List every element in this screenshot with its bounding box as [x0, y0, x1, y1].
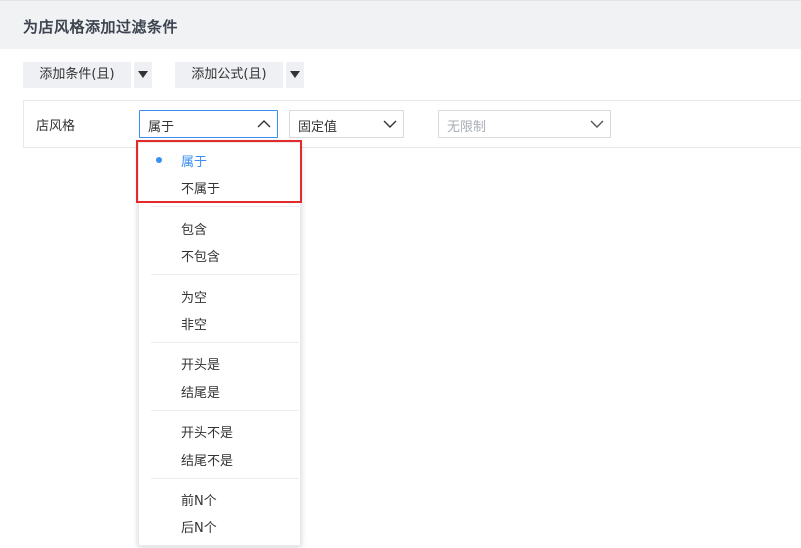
dropdown-divider — [151, 410, 299, 411]
dropdown-divider — [151, 342, 299, 343]
highlight-box — [136, 140, 302, 203]
dropdown-item-not-contains[interactable]: 不包含 — [181, 246, 220, 265]
dropdown-item-starts-with[interactable]: 开头是 — [181, 354, 220, 373]
dialog-title: 为店风格添加过滤条件 — [23, 18, 179, 36]
caret-down-icon — [138, 71, 148, 78]
add-formula-button[interactable]: 添加公式(且) — [175, 62, 283, 88]
add-condition-dropdown-toggle[interactable] — [134, 62, 152, 88]
chevron-up-icon — [257, 120, 271, 128]
value-select-placeholder: 无限制 — [447, 120, 487, 135]
add-condition-button[interactable]: 添加条件(且) — [23, 62, 131, 88]
add-formula-dropdown-toggle[interactable] — [286, 62, 304, 88]
value-type-select[interactable]: 固定值 — [289, 110, 404, 138]
dropdown-item-contains[interactable]: 包含 — [181, 219, 207, 238]
dropdown-item-not-empty[interactable]: 非空 — [181, 314, 207, 333]
chevron-down-icon — [590, 120, 604, 128]
value-type-select-value: 固定值 — [298, 120, 338, 135]
caret-down-icon — [290, 71, 300, 78]
dropdown-item-not-starts-with[interactable]: 开头不是 — [181, 422, 233, 441]
dropdown-item-is-empty[interactable]: 为空 — [181, 287, 207, 306]
operator-select-value: 属于 — [148, 120, 175, 135]
dropdown-item-ends-with[interactable]: 结尾是 — [181, 382, 220, 401]
add-condition-label: 添加条件(且) — [39, 67, 115, 82]
dropdown-divider — [151, 478, 299, 479]
operator-select[interactable]: 属于 — [139, 110, 278, 138]
add-formula-label: 添加公式(且) — [191, 67, 267, 82]
chevron-down-icon — [383, 120, 397, 128]
dropdown-item-bottom-n[interactable]: 后N个 — [181, 517, 217, 536]
value-select[interactable]: 无限制 — [438, 110, 611, 138]
dropdown-divider — [151, 206, 299, 207]
field-name-label: 店风格 — [36, 119, 76, 134]
dialog-header: 为店风格添加过滤条件 — [0, 0, 801, 49]
dropdown-item-not-ends-with[interactable]: 结尾不是 — [181, 450, 233, 469]
dropdown-divider — [151, 274, 299, 275]
dropdown-item-top-n[interactable]: 前N个 — [181, 490, 217, 509]
